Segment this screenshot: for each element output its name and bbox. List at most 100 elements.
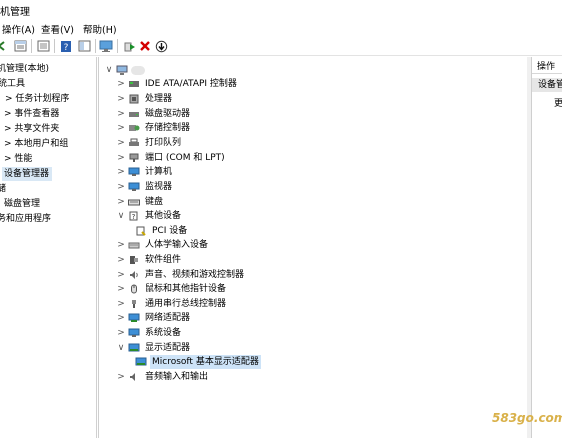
chevron-right-icon[interactable]: > <box>116 282 126 296</box>
console-tree-icon[interactable] <box>36 39 50 53</box>
tree-task-scheduler[interactable]: > 任务计划程序 <box>5 92 69 106</box>
device-category-ports[interactable]: > 端口 (COM 和 LPT) <box>116 151 227 165</box>
tree-shared-folders[interactable]: > 共享文件夹 <box>4 122 59 136</box>
disk-drive-icon <box>128 109 140 120</box>
uninstall-icon[interactable] <box>138 39 152 53</box>
network-adapter-icon <box>128 313 140 324</box>
device-label: Microsoft 基本显示适配器 <box>150 355 261 369</box>
device-category-processor[interactable]: > 处理器 <box>116 92 174 106</box>
chevron-down-icon[interactable]: ∨ <box>116 341 126 355</box>
tree-expander-chevron-icon[interactable]: > <box>5 94 15 104</box>
menu-view[interactable]: 查看(V) <box>41 22 74 36</box>
device-category-label: 存储控制器 <box>145 123 191 133</box>
device-category-label: IDE ATA/ATAPI 控制器 <box>145 79 237 89</box>
tree-computer-management[interactable]: 机管理(本地) <box>0 62 49 76</box>
actions-pane: 操作 设备管 更 <box>531 57 562 438</box>
tree-storage[interactable]: 储 <box>0 182 6 196</box>
chevron-right-icon[interactable]: > <box>116 180 126 194</box>
device-tree-root[interactable]: ∨ <box>104 63 145 77</box>
tree-expander-chevron-icon[interactable]: > <box>4 154 14 164</box>
menu-action[interactable]: 操作(A) <box>2 22 35 36</box>
device-category-label: 网络适配器 <box>145 313 191 323</box>
tree-label: 本地用户和组 <box>14 139 69 149</box>
toolbar: ? <box>0 36 562 56</box>
chevron-down-icon[interactable]: ∨ <box>116 209 126 223</box>
device-category-label: 显示适配器 <box>145 343 191 353</box>
help-icon[interactable]: ? <box>59 39 73 53</box>
port-icon <box>128 153 140 164</box>
enable-device-icon[interactable] <box>122 39 136 53</box>
device-category-display-adapters[interactable]: ∨ 显示适配器 <box>116 341 192 355</box>
device-category-label: 音频输入和输出 <box>145 372 209 382</box>
chevron-right-icon[interactable]: > <box>116 253 126 267</box>
monitor-icon[interactable] <box>99 39 113 53</box>
tree-expander-chevron-icon[interactable]: > <box>4 139 14 149</box>
tree-event-viewer[interactable]: > 事件查看器 <box>4 107 59 121</box>
device-category-hid[interactable]: > 人体学输入设备 <box>116 238 210 252</box>
chevron-down-icon[interactable]: ∨ <box>104 63 114 77</box>
watermark-logo: 583go.com <box>492 411 562 425</box>
chevron-right-icon[interactable]: > <box>116 92 126 106</box>
chevron-right-icon[interactable]: > <box>116 326 126 340</box>
device-category-label: 其他设备 <box>145 211 182 221</box>
device-category-usb[interactable]: > 通用串行总线控制器 <box>116 297 228 311</box>
device-category-audio-io[interactable]: > 音频输入和输出 <box>116 370 210 384</box>
device-category-network-adapters[interactable]: > 网络适配器 <box>116 311 192 325</box>
device-category-label: 处理器 <box>145 94 173 104</box>
device-category-ide[interactable]: > IDE ATA/ATAPI 控制器 <box>116 77 239 91</box>
chevron-right-icon[interactable]: > <box>116 238 126 252</box>
tree-performance[interactable]: > 性能 <box>4 152 32 166</box>
device-category-print-queues[interactable]: > 打印队列 <box>116 136 183 150</box>
computer-icon <box>116 65 128 76</box>
properties-icon[interactable] <box>13 39 27 53</box>
root-name-redacted <box>131 65 145 75</box>
device-category-software-components[interactable]: > 软件组件 <box>116 253 183 267</box>
tree-label: 任务计划程序 <box>15 94 70 104</box>
keyboard-icon <box>128 197 140 208</box>
chevron-right-icon[interactable]: > <box>116 165 126 179</box>
tree-expander-chevron-icon[interactable]: > <box>4 124 14 134</box>
chevron-right-icon[interactable]: > <box>116 107 126 121</box>
device-category-mice[interactable]: > 鼠标和其他指针设备 <box>116 282 228 296</box>
chevron-right-icon[interactable]: > <box>116 121 126 135</box>
menu-help[interactable]: 帮助(H) <box>83 22 117 36</box>
device-category-sound[interactable]: > 声音、视频和游戏控制器 <box>116 268 246 282</box>
device-category-computer[interactable]: > 计算机 <box>116 165 174 179</box>
device-category-disk-drives[interactable]: > 磁盘驱动器 <box>116 107 192 121</box>
back-icon[interactable] <box>0 39 9 53</box>
tree-services-applications[interactable]: 务和应用程序 <box>0 212 51 226</box>
device-category-label: 打印队列 <box>145 138 182 148</box>
tree-system-tools[interactable]: 统工具 <box>0 77 25 91</box>
window-title: 机管理 <box>0 7 30 18</box>
device-category-system-devices[interactable]: > 系统设备 <box>116 326 183 340</box>
device-category-storage-controllers[interactable]: > 存储控制器 <box>116 121 192 135</box>
actions-more[interactable]: 更 <box>554 97 562 111</box>
chevron-right-icon[interactable]: > <box>116 370 126 384</box>
tree-expander-chevron-icon[interactable]: > <box>4 109 14 119</box>
device-category-label: 端口 (COM 和 LPT) <box>145 153 225 163</box>
update-driver-icon[interactable] <box>154 39 168 53</box>
device-category-label: 磁盘驱动器 <box>145 109 191 119</box>
actions-section-device-manager[interactable]: 设备管 <box>532 78 562 92</box>
device-category-monitors[interactable]: > 监视器 <box>116 180 174 194</box>
chevron-right-icon[interactable]: > <box>116 77 126 91</box>
chevron-right-icon[interactable]: > <box>116 195 126 209</box>
chevron-right-icon[interactable]: > <box>116 268 126 282</box>
device-pci-device[interactable]: PCI 设备 <box>133 224 189 238</box>
device-microsoft-basic-display-adapter[interactable]: Microsoft 基本显示适配器 <box>133 355 261 369</box>
tree-device-manager[interactable]: 设备管理器 <box>2 167 52 181</box>
device-category-other-devices[interactable]: ∨ ? 其他设备 <box>116 209 183 223</box>
printer-icon <box>128 138 140 149</box>
chevron-right-icon[interactable]: > <box>116 297 126 311</box>
tree-disk-management[interactable]: 磁盘管理 <box>4 197 40 211</box>
device-category-label: 声音、视频和游戏控制器 <box>145 270 245 280</box>
chevron-right-icon[interactable]: > <box>116 151 126 165</box>
view-icon[interactable] <box>77 39 91 53</box>
svg-text:?: ? <box>132 213 136 221</box>
chevron-right-icon[interactable]: > <box>116 136 126 150</box>
tree-local-users-groups[interactable]: > 本地用户和组 <box>4 137 68 151</box>
usb-icon <box>128 299 140 310</box>
console-tree-pane: 机管理(本地) 统工具 > 任务计划程序 > 事件查看器 > 共享文件夹 > 本… <box>0 57 97 438</box>
chevron-right-icon[interactable]: > <box>116 311 126 325</box>
device-category-keyboards[interactable]: > 键盘 <box>116 195 165 209</box>
